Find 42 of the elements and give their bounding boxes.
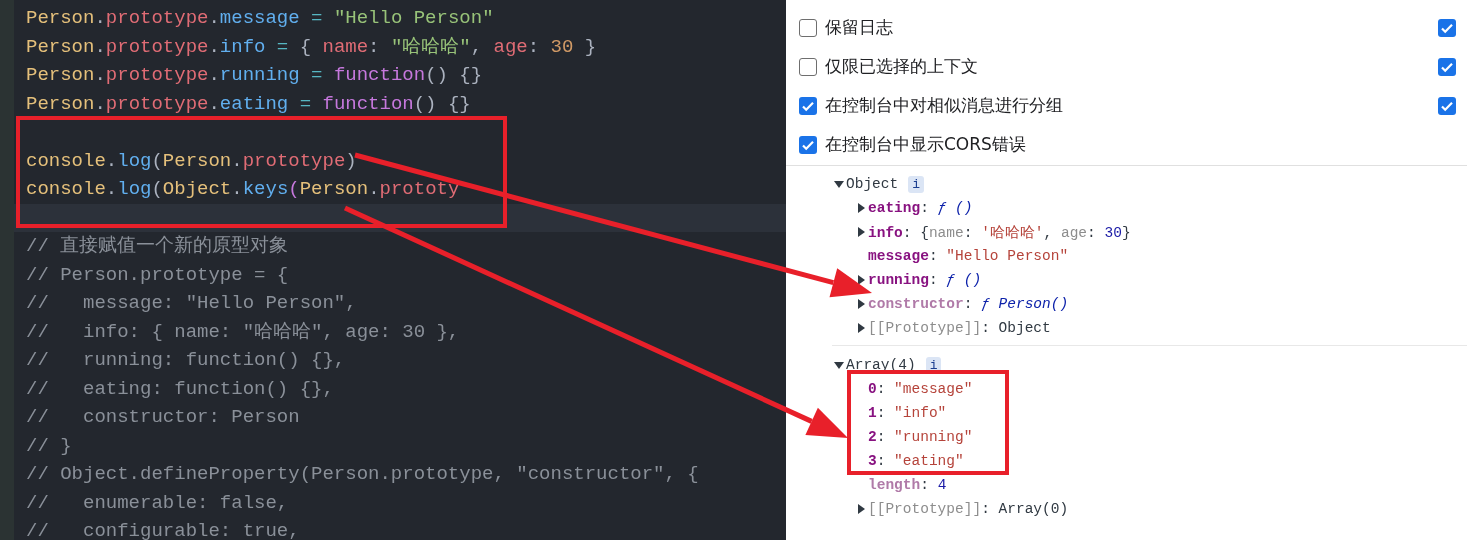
checkbox[interactable] (799, 135, 817, 154)
property-entry: length: 4 (868, 477, 947, 493)
code-line: // Person.prototype = { (26, 263, 289, 286)
property-entry: 3: "eating" (868, 453, 964, 469)
property-entry: [[Prototype]]: Object (868, 320, 1051, 336)
option-label: 在控制台中显示CORS错误 (825, 133, 1026, 156)
checkbox[interactable] (799, 96, 817, 115)
code-line: // Object.defineProperty(Person.prototype, "constructor", { (26, 463, 699, 485)
code-line: // eating: function() {}, (26, 377, 334, 400)
checkbox[interactable] (799, 57, 817, 76)
object-summary[interactable]: Object (846, 176, 899, 192)
code-line: Person.prototype.eating = function() {} (26, 92, 471, 115)
code-line: // 直接赋值一个新的原型对象 (26, 235, 289, 257)
property-entry: 1: "info" (868, 405, 947, 421)
property-entry: 0: "message" (868, 381, 973, 397)
code-line: Person.prototype.info = { name: "哈哈哈", age: 30 } (26, 35, 597, 58)
code-line: // configurable: true, (26, 520, 300, 540)
checkbox[interactable] (799, 18, 817, 37)
code-line: // } (26, 434, 72, 457)
code-line: // constructor: Person (26, 406, 300, 428)
code-line: console.log(Object.keys(Person.prototy (26, 178, 460, 200)
property-entry: message: "Hello Person" (868, 248, 1069, 264)
info-badge[interactable]: i (908, 175, 925, 193)
option-label: 在控制台中对相似消息进行分组 (825, 94, 1063, 117)
option-label: 保留日志 (825, 16, 893, 39)
code-line: Person.prototype.message = "Hello Person" (26, 7, 494, 29)
checkbox[interactable] (1438, 96, 1456, 115)
code-line: Person.prototype.running = function() {} (26, 64, 483, 86)
property-entry: [[Prototype]]: Array(0) (868, 501, 1069, 517)
checkbox[interactable] (1438, 18, 1456, 37)
property-entry: info: {name: '哈哈哈', age: 30} (868, 223, 1131, 242)
code-line: // message: "Hello Person", (26, 292, 357, 314)
checkbox[interactable] (1438, 57, 1456, 76)
property-entry: 2: "running" (868, 429, 973, 445)
option-label: 仅限已选择的上下文 (825, 55, 978, 78)
code-line: // running: function() {}, (26, 349, 346, 371)
property-entry: eating: ƒ () (868, 200, 973, 216)
code-line: // info: { name: "哈哈哈", age: 30 }, (26, 320, 460, 343)
code-line: // enumerable: false, (26, 491, 289, 514)
property-entry: running: ƒ () (868, 272, 982, 288)
property-entry: constructor: ƒ Person() (868, 296, 1069, 312)
code-line: console.log(Person.prototype) (26, 149, 357, 172)
